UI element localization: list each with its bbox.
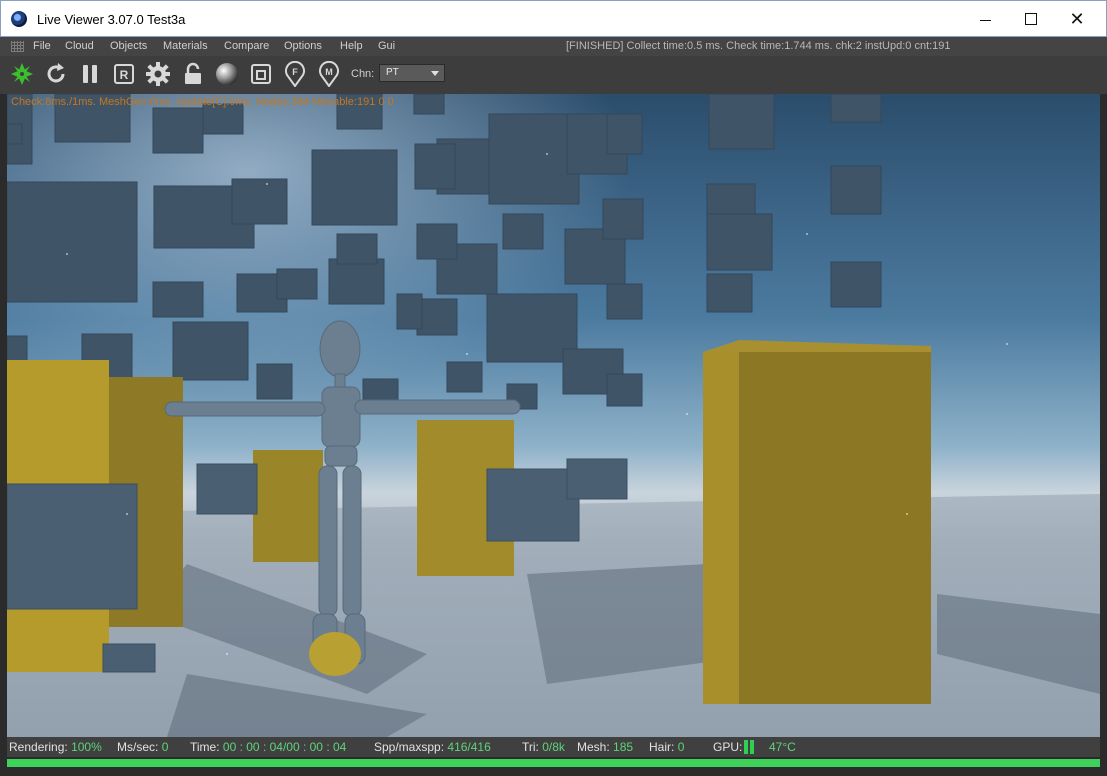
menu-status-text: [FINISHED] Collect time:0.5 ms. Check ti…	[566, 40, 951, 52]
status-mesh-label: Mesh:	[577, 740, 610, 754]
region-render-button[interactable]: R	[111, 61, 137, 87]
pause-icon	[83, 65, 97, 83]
menu-objects[interactable]: Objects	[110, 40, 147, 52]
status-bar: Rendering: 100% Ms/sec: 0 Time: 00 : 00 …	[7, 737, 1100, 757]
frame-button[interactable]	[248, 61, 274, 87]
menu-cloud[interactable]: Cloud	[65, 40, 94, 52]
status-spp-value: 416/416	[447, 740, 491, 754]
settings-icon	[146, 62, 170, 86]
octane-button[interactable]	[9, 61, 35, 87]
status-hair-value: 0	[677, 740, 685, 754]
grip-icon	[11, 41, 24, 52]
channel-select[interactable]: PT	[379, 64, 445, 82]
viewport-hud-text: Check:8ms./1ms. MeshGen:0ms. Update[C]:0…	[11, 96, 394, 108]
menu-help[interactable]: Help	[340, 40, 363, 52]
minimize-icon	[979, 19, 991, 21]
menu-materials[interactable]: Materials	[163, 40, 208, 52]
lock-icon	[185, 62, 201, 84]
render-scene	[7, 94, 1100, 737]
maximize-button[interactable]	[1008, 1, 1054, 37]
status-spp: Spp/maxspp: 416/416	[374, 740, 491, 754]
chevron-down-icon	[431, 71, 439, 76]
status-time-value: 00 : 00 : 04/00 : 00 : 04	[222, 740, 347, 754]
status-rendering-value: 100%	[71, 740, 102, 754]
refresh-icon	[47, 63, 65, 83]
close-icon: ✕	[1069, 8, 1085, 29]
menu-compare[interactable]: Compare	[224, 40, 269, 52]
svg-text:F: F	[292, 67, 298, 77]
status-tri-value: 0/8k	[542, 740, 565, 754]
material-preview-button[interactable]	[214, 61, 240, 87]
maximize-icon	[1025, 13, 1037, 25]
menu-options[interactable]: Options	[284, 40, 322, 52]
minimize-button[interactable]	[962, 1, 1008, 37]
status-tri: Tri: 0/8k	[522, 740, 565, 754]
material-ball-icon	[216, 63, 238, 85]
octane-icon	[11, 63, 33, 85]
title-bar[interactable]: Live Viewer 3.07.0 Test3a ✕	[0, 0, 1107, 37]
svg-text:M: M	[325, 67, 333, 77]
gpu-usage-icon	[744, 740, 756, 754]
toolbar: R F M Chn: PT	[0, 56, 1107, 95]
status-mesh: Mesh: 185	[577, 740, 633, 754]
status-rendering-label: Rendering:	[9, 740, 68, 754]
lock-button[interactable]	[180, 61, 206, 87]
focus-pick-icon: F	[285, 61, 305, 87]
status-hair-label: Hair:	[649, 740, 675, 754]
status-mssec: Ms/sec: 0	[117, 740, 168, 754]
status-mssec-value: 0	[161, 740, 169, 754]
material-pick-icon: M	[319, 61, 339, 87]
menu-gui[interactable]: Gui	[378, 40, 395, 52]
render-progress-fill	[7, 759, 1100, 767]
live-viewer-window: Live Viewer 3.07.0 Test3a ✕ File Cloud O…	[0, 0, 1107, 776]
menu-file[interactable]: File	[33, 40, 51, 52]
material-pick-button[interactable]: M	[316, 61, 342, 87]
status-tri-label: Tri:	[522, 740, 539, 754]
settings-button[interactable]	[145, 61, 171, 87]
render-viewport[interactable]: Check:8ms./1ms. MeshGen:0ms. Update[C]:0…	[7, 94, 1100, 737]
refresh-button[interactable]	[43, 61, 69, 87]
region-render-icon: R	[114, 64, 134, 84]
status-hair: Hair: 0	[649, 740, 684, 754]
pause-button[interactable]	[77, 61, 103, 87]
status-mssec-label: Ms/sec:	[117, 740, 159, 754]
status-gpu-temp: 47°C	[769, 740, 796, 754]
status-rendering: Rendering: 100%	[9, 740, 102, 754]
cinema4d-app-icon	[11, 11, 27, 27]
status-time: Time: 00 : 00 : 04/00 : 00 : 04	[190, 740, 346, 754]
status-spp-label: Spp/maxspp:	[374, 740, 445, 754]
svg-text:R: R	[120, 68, 129, 82]
close-button[interactable]: ✕	[1054, 1, 1100, 37]
render-progress-bar	[7, 759, 1100, 767]
menu-bar: File Cloud Objects Materials Compare Opt…	[0, 37, 1107, 56]
channel-label: Chn:	[351, 68, 375, 80]
status-time-label: Time:	[190, 740, 220, 754]
status-mesh-value: 185	[613, 740, 634, 754]
focus-pick-button[interactable]: F	[282, 61, 308, 87]
status-gpu-label: GPU:	[713, 740, 743, 754]
window-title: Live Viewer 3.07.0 Test3a	[37, 12, 186, 27]
frame-icon	[251, 64, 271, 84]
channel-select-value: PT	[386, 67, 399, 78]
